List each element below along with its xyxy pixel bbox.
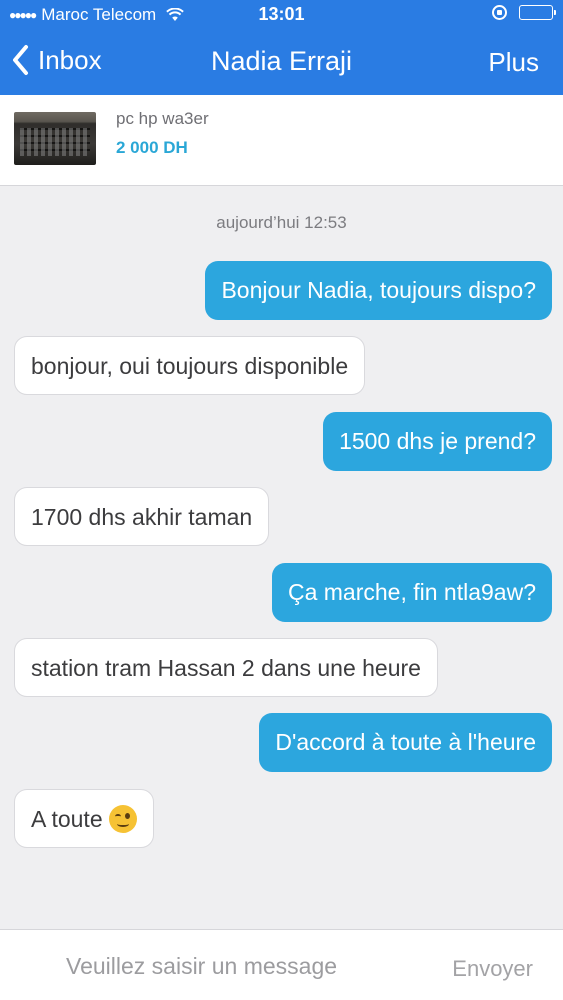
message-input[interactable] [66, 948, 426, 984]
listing-card[interactable]: pc hp wa3er 2 000 DH [0, 95, 563, 186]
keyboard-image [20, 128, 90, 156]
message-text: 1500 dhs je prend? [339, 428, 536, 454]
status-time: 13:01 [258, 4, 305, 24]
message-bubble-outgoing[interactable]: 1500 dhs je prend? [323, 412, 552, 471]
more-button[interactable]: Plus [488, 47, 539, 78]
message-text: Bonjour Nadia, toujours dispo? [221, 277, 536, 303]
listing-thumbnail [14, 112, 96, 165]
listing-title: pc hp wa3er [116, 109, 209, 128]
message-text: A toute [31, 806, 103, 832]
conversation-date: aujourd’hui 12:53 [216, 213, 347, 232]
app-header: ●●●●● Maroc Telecom 13:01 Inbox Nadia Er… [0, 0, 563, 95]
message-bubble-outgoing[interactable]: Ça marche, fin ntla9aw? [271, 563, 552, 622]
battery-icon [519, 5, 556, 20]
message-bubble-incoming[interactable]: 1700 dhs akhir taman [14, 487, 270, 546]
chevron-left-icon [13, 45, 28, 75]
rotation-lock-icon [492, 5, 507, 20]
send-button[interactable]: Envoyer [452, 956, 533, 982]
message-bubble-outgoing[interactable]: D'accord à toute à l'heure [259, 713, 552, 772]
message-bubble-outgoing[interactable]: Bonjour Nadia, toujours dispo? [205, 261, 552, 320]
navigation-bar: Inbox Nadia Erraji Plus [0, 30, 563, 95]
message-bubble-incoming[interactable]: A toute [14, 789, 154, 848]
back-button[interactable]: Inbox [10, 44, 102, 76]
message-text: station tram Hassan 2 dans une heure [31, 655, 421, 681]
message-composer: Envoyer [0, 929, 563, 1000]
listing-price: 2 000 DH [116, 138, 188, 157]
message-bubble-incoming[interactable]: station tram Hassan 2 dans une heure [14, 638, 438, 697]
back-label: Inbox [38, 44, 102, 75]
winking-face-icon [108, 804, 137, 833]
status-bar: ●●●●● Maroc Telecom 13:01 [0, 0, 563, 30]
message-bubble-incoming[interactable]: bonjour, oui toujours disponible [14, 336, 366, 395]
message-text: bonjour, oui toujours disponible [31, 353, 349, 379]
message-text: 1700 dhs akhir taman [31, 504, 253, 530]
message-text: D'accord à toute à l'heure [275, 729, 536, 755]
message-text: Ça marche, fin ntla9aw? [287, 579, 536, 605]
